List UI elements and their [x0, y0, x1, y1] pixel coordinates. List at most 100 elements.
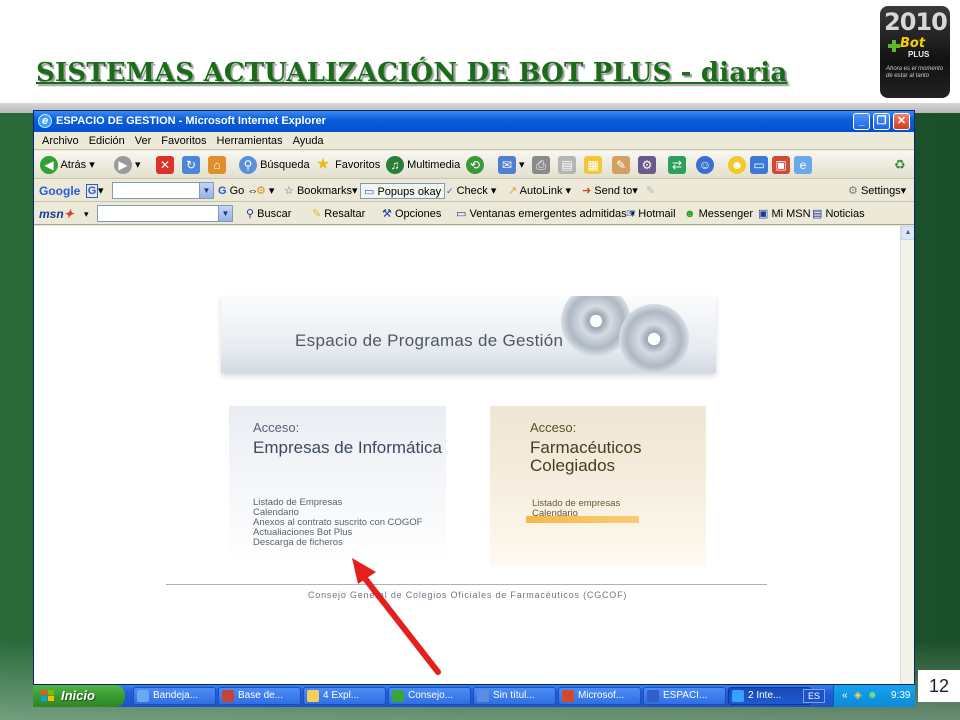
toolbar-extra-2[interactable]: ☺ — [696, 156, 714, 174]
home-button[interactable]: ⌂ — [208, 156, 226, 174]
panel-title: Empresas de Informática — [253, 438, 442, 457]
msn-hotmail-button[interactable]: ✉ Hotmail — [626, 206, 676, 222]
menu-bar: Archivo Edición Ver Favoritos Herramientas Ay… — [34, 132, 914, 150]
history-button[interactable]: ⟲ — [466, 156, 484, 174]
google-logo: Google — [39, 184, 81, 198]
toolbar-extra-3[interactable]: ☻ — [728, 156, 746, 174]
menu-archivo[interactable]: Archivo — [37, 132, 84, 150]
scroll-up-arrow-icon[interactable]: ▲ — [901, 226, 914, 240]
google-search-dropdown[interactable]: ▼ — [199, 182, 214, 199]
popup-blocker-icon: ▭ — [456, 208, 467, 220]
home-icon: ⌂ — [208, 156, 226, 174]
people-icon: ☺ — [696, 156, 714, 174]
bot-plus-logo: 2010 Bot PLUS Ahora es el momento de est… — [880, 6, 950, 98]
stop-button[interactable]: ✕ — [156, 156, 174, 174]
msn-menu-button[interactable]: ▾ — [84, 206, 89, 222]
settings-button[interactable]: ⚙ Settings▾ — [848, 183, 906, 199]
toolbar-extra-5[interactable]: ▣ — [772, 156, 790, 174]
refresh-icon: ↻ — [182, 156, 200, 174]
toolbar-extra-6[interactable]: e — [794, 156, 812, 174]
google-search-input[interactable] — [112, 182, 212, 199]
language-indicator[interactable]: ES — [803, 689, 825, 703]
panel-acceso-label: Acceso: — [530, 420, 577, 435]
red-pointer-arrow-icon — [352, 558, 441, 675]
menu-ver[interactable]: Ver — [130, 132, 157, 150]
panel-links: Listado de Empresas Calendario Anexos al… — [253, 498, 422, 548]
msn-ventanas-button[interactable]: ▭ Ventanas emergentes admitidas ▾ — [456, 206, 635, 222]
discuss-button[interactable]: ▦ — [584, 156, 602, 174]
menu-edicion[interactable]: Edición — [84, 132, 130, 150]
research-icon: ✎ — [612, 156, 630, 174]
forward-arrow-icon: ▶ — [114, 156, 132, 174]
messenger-tool-button[interactable]: ⚙ — [638, 156, 656, 174]
research-button[interactable]: ✎ — [612, 156, 630, 174]
panel-acceso-label: Acceso: — [253, 420, 300, 435]
print-button[interactable]: ⎙ — [532, 156, 550, 174]
taskbar-task[interactable]: Base de... — [218, 687, 301, 705]
menu-favoritos[interactable]: Favoritos — [156, 132, 211, 150]
news-icon: ▤ — [812, 208, 823, 220]
bookmarks-button[interactable]: ☆ Bookmarks▾ — [284, 183, 357, 199]
sendto-button[interactable]: ➜ Send to▾ — [582, 183, 638, 199]
taskbar-task[interactable]: 4 Expl... — [303, 687, 386, 705]
msn-opciones-button[interactable]: ⚒ Opciones — [382, 206, 441, 222]
google-menu-button[interactable]: G ▾ — [86, 183, 104, 199]
msn-search-input[interactable] — [97, 205, 222, 222]
msn-buscar-button[interactable]: ⚲ Buscar — [246, 206, 291, 222]
search-button[interactable]: ⚲ Búsqueda — [239, 156, 310, 174]
msn-search-dropdown[interactable]: ▼ — [218, 205, 233, 222]
slide: SISTEMAS ACTUALIZACIÓN DE BOT PLUS - dia… — [0, 0, 960, 720]
taskbar-task[interactable]: 2 Inte... — [728, 687, 811, 705]
start-button[interactable]: Inicio — [33, 685, 125, 707]
close-button[interactable]: ✕ — [893, 113, 910, 130]
popup-icon: ▭ — [364, 186, 375, 198]
stop-icon: ✕ — [156, 156, 174, 174]
taskbar-task[interactable]: Microsof... — [558, 687, 641, 705]
clock: 9:39 — [891, 690, 911, 701]
tray-messenger-icon[interactable]: ☻ — [867, 685, 878, 707]
msn-noticias-button[interactable]: ▤ Noticias — [812, 206, 865, 222]
menu-ayuda[interactable]: Ayuda — [288, 132, 329, 150]
edit-button[interactable]: ▤ — [558, 156, 576, 174]
cd-disc-icon — [619, 304, 689, 373]
mail-button[interactable]: ✉ ▾ — [498, 156, 525, 174]
task-app-icon — [562, 690, 574, 702]
taskbar-task[interactable]: Sin títul... — [473, 687, 556, 705]
tray-back-icon[interactable]: « — [842, 685, 848, 707]
maximize-button[interactable]: ❐ — [873, 113, 890, 130]
toolbar-extra-1[interactable]: ⇄ — [668, 156, 686, 174]
tray-shield-icon[interactable]: ◈ — [854, 685, 862, 707]
multimedia-button[interactable]: ♫ Multimedia — [386, 156, 460, 174]
check-button[interactable]: ✓ Check ▾ — [446, 183, 496, 199]
forward-button[interactable]: ▶ ▾ — [114, 156, 141, 174]
google-options-button[interactable]: ⚙ ▾ — [256, 183, 274, 199]
msn-messenger-button[interactable]: ☻ Messenger — [684, 206, 753, 222]
task-label: 2 Inte... — [748, 690, 782, 701]
taskbar-task[interactable]: Bandeja... — [133, 687, 216, 705]
link-descarga-ficheros[interactable]: Descarga de ficheros — [253, 538, 422, 548]
panel-empresas-informatica: Acceso: Empresas de Informática Listado … — [229, 406, 446, 566]
link-calendario[interactable]: Calendario — [532, 509, 620, 519]
logo-brand-suffix: PLUS — [908, 50, 930, 59]
refresh-button[interactable]: ↻ — [182, 156, 200, 174]
taskbar-task[interactable]: Consejo... — [388, 687, 471, 705]
task-label: Sin títul... — [493, 690, 535, 701]
back-button[interactable]: ◀ Atrás ▾ — [40, 156, 95, 174]
google-highlighter-icon[interactable]: ✎ — [646, 183, 655, 199]
popups-button[interactable]: ▭ Popups okay — [360, 183, 446, 199]
menu-herramientas[interactable]: Herramientas — [212, 132, 288, 150]
msn-toolbar: msn✦ ▾ ▼ ⚲ Buscar ✎ Resaltar ⚒ Opciones … — [34, 203, 914, 225]
toolbar-extra-4[interactable]: ▭ — [750, 156, 768, 174]
pharmacy-cross-icon — [888, 40, 900, 52]
vertical-scrollbar[interactable]: ▲ — [900, 226, 914, 684]
msn-resaltar-button[interactable]: ✎ Resaltar — [312, 206, 365, 222]
google-go-button[interactable]: G Go ⇔ — [218, 183, 258, 199]
window-title: ESPACIO DE GESTION - Microsoft Internet … — [56, 115, 326, 127]
search-icon: ⚲ — [239, 156, 257, 174]
autolink-button[interactable]: ↗ AutoLink ▾ — [508, 183, 571, 199]
favorites-button[interactable]: ★ Favoritos — [314, 156, 380, 174]
msn-mimsn-button[interactable]: ▣ Mi MSN — [758, 206, 811, 222]
taskbar-task[interactable]: ESPACI... — [643, 687, 726, 705]
window-titlebar[interactable]: e ESPACIO DE GESTION - Microsoft Interne… — [34, 111, 914, 132]
minimize-button[interactable]: _ — [853, 113, 870, 130]
